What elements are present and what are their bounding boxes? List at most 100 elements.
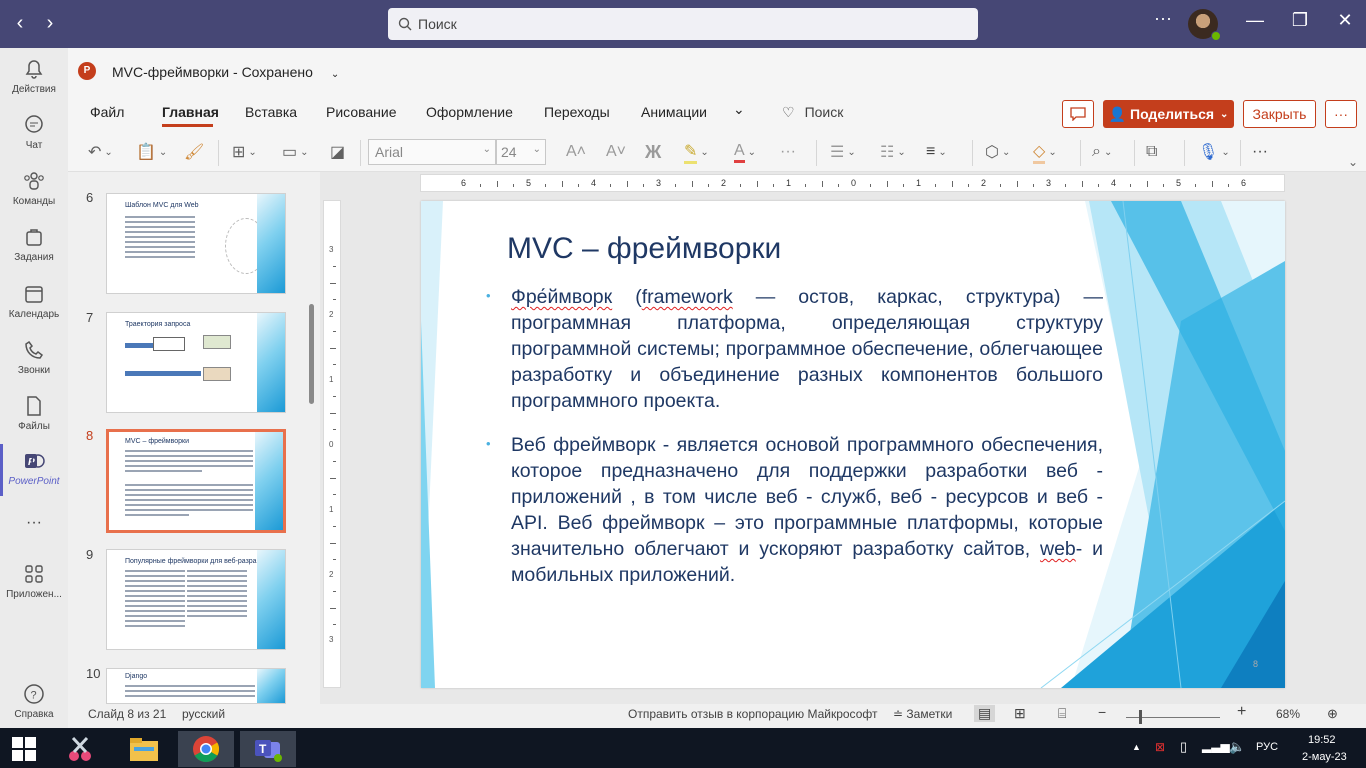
forward-icon[interactable]: › <box>38 12 62 35</box>
tab-draw[interactable]: Рисование <box>326 104 397 120</box>
back-icon[interactable]: ‹ <box>8 12 32 35</box>
network-warning-icon[interactable]: ⊠ <box>1155 740 1165 754</box>
bullets-button[interactable]: ☰ ⌄ <box>830 140 856 164</box>
slide-thumbnail-6[interactable]: Шаблон MVC для Web <box>106 193 286 294</box>
more-tabs-chevron-icon[interactable]: ⌄ <box>733 101 745 118</box>
slide-thumbnail-7[interactable]: Траектория запроса <box>106 312 286 413</box>
comments-button[interactable] <box>1062 100 1094 128</box>
signal-icon[interactable]: ▂▃▅ <box>1202 739 1230 753</box>
rail-item-assignments[interactable]: Задания <box>0 226 68 263</box>
font-name-select[interactable]: Arial ⌄ <box>368 139 496 165</box>
windows-start-button[interactable] <box>4 731 44 767</box>
designer-button[interactable]: ⧉ <box>1146 140 1157 164</box>
input-language[interactable]: РУС <box>1256 741 1278 753</box>
slide-title[interactable]: MVC – фреймворки <box>507 232 781 266</box>
clock-date[interactable]: 2-мау-23 <box>1302 751 1347 763</box>
shapes-button[interactable]: ⬡ ⌄ <box>985 140 1010 164</box>
font-color-button[interactable]: A ⌄ <box>734 140 756 164</box>
taskbar-teams[interactable]: T <box>240 731 296 767</box>
tray-overflow-icon[interactable]: ▲ <box>1132 742 1141 752</box>
rail-item-teams[interactable]: Команды <box>0 170 68 207</box>
tab-file[interactable]: Файл <box>90 104 124 120</box>
zoom-in-button[interactable]: + <box>1237 703 1246 721</box>
rail-item-calls[interactable]: Звонки <box>0 339 68 376</box>
numbering-button[interactable]: ☷ ⌄ <box>880 140 906 164</box>
format-painter-button[interactable]: 🖌 <box>184 140 204 164</box>
more-commands-button[interactable]: ··· <box>1325 100 1357 128</box>
shrink-font-button[interactable]: A˅ <box>606 140 626 164</box>
rail-item-more[interactable]: ··· <box>0 514 68 532</box>
ruler-tick-mark <box>577 184 579 187</box>
slide-bullet-1[interactable]: • Фре́ймворк (framework — остов, каркас, … <box>486 284 1103 414</box>
layout-button[interactable]: ▭ ⌄ <box>282 140 309 164</box>
title-separator: - <box>233 64 238 80</box>
more-options-icon[interactable]: ··· <box>1148 8 1178 29</box>
slide-canvas[interactable]: MVC – фреймворки • Фре́ймворк (framework … <box>421 201 1285 688</box>
slide-thumbnail-8[interactable]: MVC – фреймворки <box>106 429 286 533</box>
slideshow-button[interactable]: ⌸ <box>1058 705 1066 722</box>
rail-item-help[interactable]: ? Справка <box>0 683 68 720</box>
search-input[interactable]: Поиск <box>388 8 978 40</box>
notes-button[interactable]: ≐ Заметки <box>893 707 952 721</box>
tab-insert[interactable]: Вставка <box>245 104 297 120</box>
slide-bullet-2[interactable]: • Веб фреймворк - является основой програ… <box>486 432 1103 588</box>
grid-view-icon: ⊞ <box>1014 705 1026 721</box>
new-slide-button[interactable]: ⊞ ⌄ <box>232 140 257 164</box>
clipboard-icon: 📋 <box>136 144 156 161</box>
highlight-button[interactable]: ✎ ⌄ <box>684 140 709 164</box>
undo-button[interactable]: ↶ ⌄ <box>88 140 113 164</box>
tab-animations[interactable]: Анимации <box>641 104 707 120</box>
thumbnails-scrollbar[interactable] <box>309 304 314 404</box>
minimize-icon[interactable]: — <box>1240 10 1270 31</box>
template-box <box>203 367 231 381</box>
fit-to-window-icon[interactable]: ⊕ <box>1327 706 1338 722</box>
font-size-select[interactable]: 24 ⌄ <box>496 139 546 165</box>
ruler-tick-label: 2 <box>329 310 334 319</box>
tab-home[interactable]: Главная <box>162 104 219 120</box>
close-button[interactable]: Закрыть <box>1243 100 1316 128</box>
align-button[interactable]: ≡ ⌄ <box>926 140 947 164</box>
more-toolbar-button[interactable]: ··· <box>1252 140 1268 164</box>
background-button[interactable]: ◪ <box>330 140 345 164</box>
paste-button[interactable]: 📋 ⌄ <box>136 140 167 164</box>
volume-icon[interactable]: 🔈 <box>1229 739 1245 755</box>
rail-item-chat[interactable]: Чат <box>0 114 68 151</box>
tell-me-search[interactable]: ♡ Поиск <box>782 104 843 121</box>
clock-time[interactable]: 19:52 <box>1308 734 1336 746</box>
rail-item-activity[interactable]: Действия <box>0 58 68 95</box>
zoom-out-button[interactable]: − <box>1098 704 1106 720</box>
bullet-text: web <box>1039 538 1076 560</box>
ribbon-collapse-chevron-icon[interactable]: ⌄ <box>1348 150 1358 174</box>
taskbar-chrome[interactable] <box>178 731 234 767</box>
bold-button[interactable]: Ж <box>645 140 661 164</box>
rail-item-files[interactable]: Файлы <box>0 395 68 432</box>
slide-thumbnail-10[interactable]: Django <box>106 668 286 704</box>
rail-item-calendar[interactable]: Календарь <box>0 283 68 320</box>
slide-sorter-button[interactable]: ⊞ <box>1014 705 1026 722</box>
find-button[interactable]: ⌕ ⌄ <box>1092 140 1112 164</box>
ruler-tick-mark <box>951 181 953 187</box>
shape-fill-button[interactable]: ◇ ⌄ <box>1033 140 1057 164</box>
close-window-icon[interactable]: ✕ <box>1330 10 1360 31</box>
normal-view-button[interactable]: ▤ <box>974 705 996 722</box>
maximize-icon[interactable]: ❐ <box>1285 10 1315 31</box>
zoom-level[interactable]: 68% <box>1276 707 1300 721</box>
taskbar-file-explorer[interactable] <box>124 731 164 767</box>
more-font-options-button[interactable]: ··· <box>780 140 796 164</box>
battery-icon[interactable]: ▯ <box>1180 739 1187 755</box>
feedback-link[interactable]: Отправить отзыв в корпорацию Майкрософт <box>628 707 877 721</box>
language-status[interactable]: русский <box>182 707 225 721</box>
zoom-slider-thumb[interactable] <box>1139 710 1142 724</box>
rail-item-powerpoint[interactable]: P PowerPoint <box>0 450 68 487</box>
grow-font-button[interactable]: A˄ <box>566 140 586 164</box>
rail-item-apps[interactable]: Приложен... <box>0 563 68 600</box>
slide-thumbnail-9[interactable]: Популярные фреймворки для веб-разработки <box>106 549 286 650</box>
folder-icon <box>130 738 158 761</box>
tab-design[interactable]: Оформление <box>426 104 513 120</box>
toolbar-divider <box>1184 140 1185 166</box>
share-button[interactable]: 👤 Поделиться ⌄ <box>1103 100 1234 128</box>
tab-transitions[interactable]: Переходы <box>544 104 610 120</box>
taskbar-snipping-tool[interactable] <box>60 731 100 767</box>
document-title[interactable]: MVC-фреймворки - Сохранено ⌄ <box>112 64 339 80</box>
dictate-button[interactable]: 🎙 ⌄ <box>1198 140 1230 164</box>
